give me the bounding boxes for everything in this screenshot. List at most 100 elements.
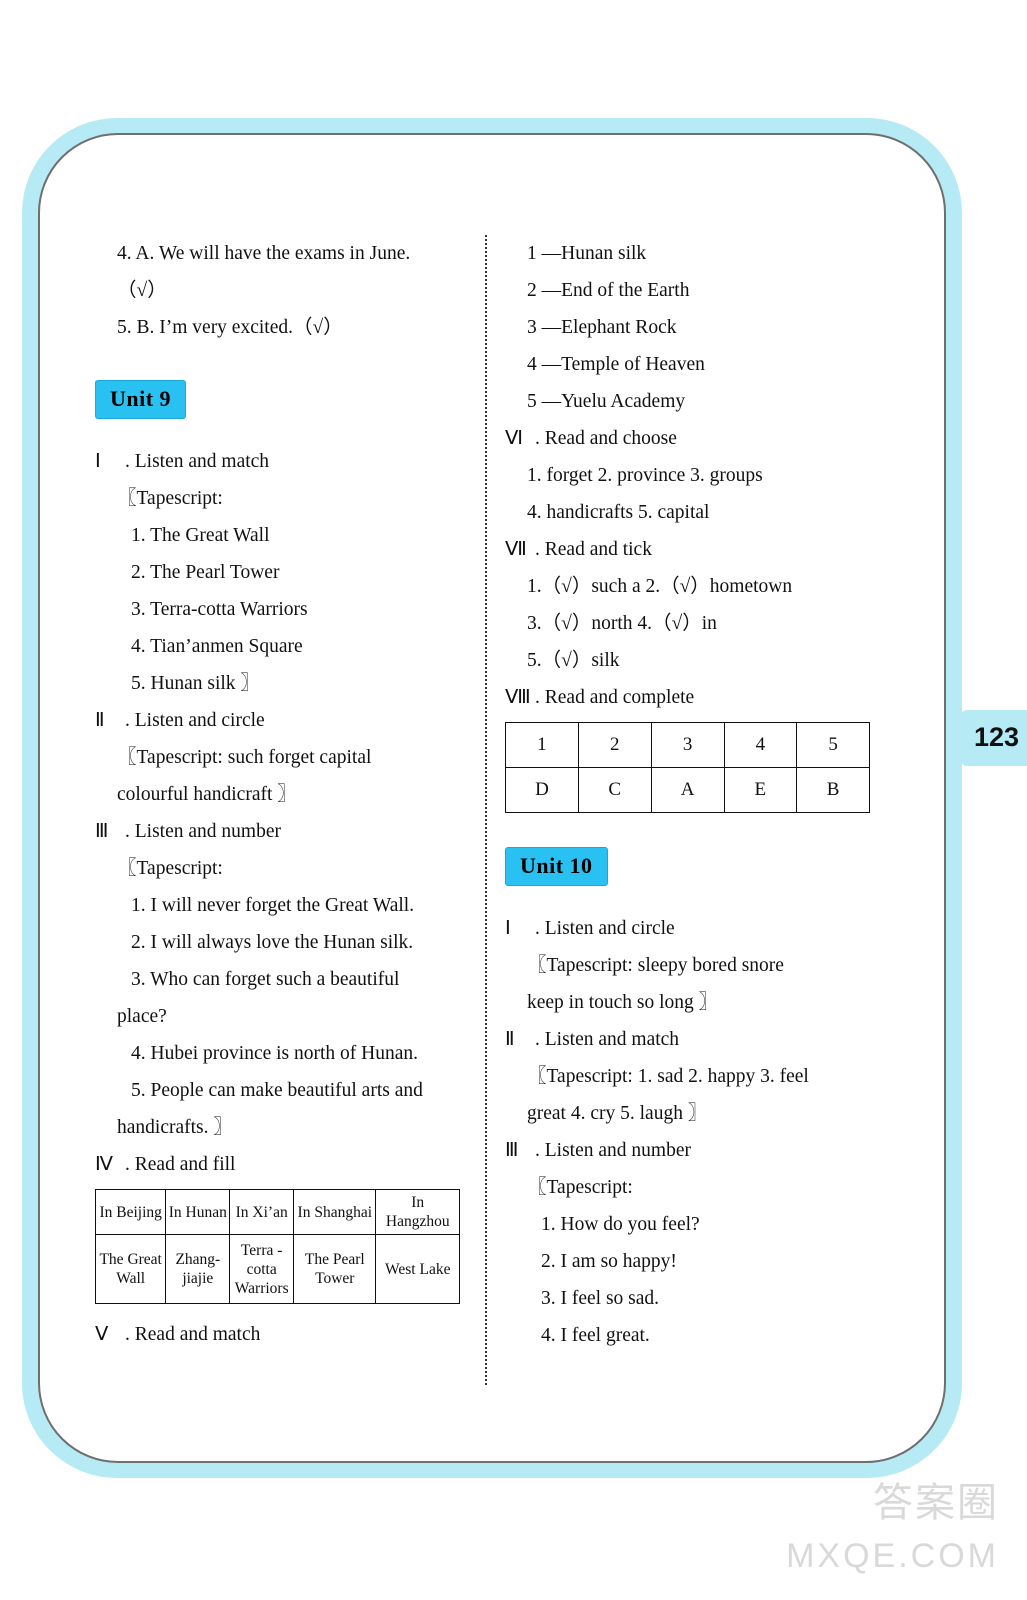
tapescript-line: 〖Tapescript: (117, 858, 223, 879)
section-title: . Listen and circle (125, 710, 265, 731)
section-number: Ⅰ (95, 451, 101, 472)
answer-line: （√） (117, 280, 167, 301)
tapescript-line: 1. I will never forget the Great Wall. (131, 895, 415, 916)
section-number: Ⅰ (505, 918, 511, 939)
section-title: . Listen and match (535, 1029, 680, 1050)
unit-badge-label: Unit 10 (505, 847, 608, 886)
section-heading-2: Ⅱ . Listen and circle (95, 702, 460, 739)
tapescript-line: 3. Terra-cotta Warriors (131, 599, 308, 620)
match-answer-line: 2 —End of the Earth (527, 280, 690, 301)
tapescript-line: handicrafts. 〗 (117, 1117, 233, 1138)
tapescript-line: 〖Tapescript: 1. sad 2. happy 3. feel (527, 1066, 809, 1087)
match-answer-line: 5 —Yuelu Academy (527, 391, 686, 412)
section-title: . Read and tick (535, 539, 652, 560)
section-title: . Read and match (125, 1324, 261, 1345)
section-title: . Listen and number (535, 1140, 691, 1161)
right-column: 1 —Hunan silk 2 —End of the Earth 3 —Ele… (505, 235, 870, 1354)
section-heading-7: Ⅶ . Read and tick (505, 531, 870, 568)
match-answer-line: 1 —Hunan silk (527, 243, 647, 264)
tapescript-line: 5. People can make beautiful arts and (131, 1080, 423, 1101)
tapescript-line: 2. I will always love the Hunan silk. (131, 932, 414, 953)
section-heading-3: Ⅲ . Listen and number (95, 813, 460, 850)
table-cell: In Shanghai (293, 1189, 377, 1235)
section-title: . Read and complete (535, 687, 695, 708)
section-number: Ⅱ (95, 710, 105, 731)
tapescript-line: place? (117, 1006, 167, 1027)
table-cell: 4 (723, 722, 798, 768)
answer-line: 1. forget 2. province 3. groups (527, 465, 763, 486)
watermark-chinese: 答案圈 (873, 1480, 999, 1526)
table-cell: The Great Wall (94, 1234, 167, 1304)
table-cell: Terra - cotta Warriors (229, 1234, 295, 1304)
tapescript-line: keep in touch so long 〗 (527, 992, 719, 1013)
section-number: Ⅲ (505, 1140, 519, 1161)
table-cell: 2 (577, 722, 652, 768)
cities-answer-table: In Beijing In Hunan In Xi’an In Shanghai… (94, 1189, 460, 1304)
section-heading-5: Ⅴ . Read and match (95, 1316, 460, 1353)
tapescript-line: 2. The Pearl Tower (131, 562, 280, 583)
table-cell: West Lake (375, 1234, 460, 1304)
table-cell: 1 (505, 722, 579, 768)
section-title: . Listen and match (125, 451, 270, 472)
table-cell: Zhang-jiajie (165, 1234, 231, 1304)
section-title: . Listen and circle (535, 918, 675, 939)
table-row: The Great Wall Zhang-jiajie Terra - cott… (94, 1234, 460, 1304)
table-cell: In Xi’an (229, 1189, 295, 1235)
section-number: Ⅶ (505, 539, 527, 560)
tapescript-line: 3. Who can forget such a beautiful (131, 969, 400, 990)
table-cell: B (796, 767, 870, 813)
table-row: 1 2 3 4 5 (505, 722, 870, 768)
section-number: Ⅲ (95, 821, 109, 842)
answer-line: 1.（√）such a 2.（√）hometown (527, 576, 793, 597)
section-heading-u10-3: Ⅲ . Listen and number (505, 1132, 870, 1169)
section-number: Ⅴ (95, 1324, 109, 1345)
tapescript-line: 〖Tapescript: (527, 1177, 633, 1198)
section-heading-1: Ⅰ . Listen and match (95, 443, 460, 480)
watermark-english: MXQE.COM (786, 1537, 999, 1575)
answer-line: 4. A. We will have the exams in June. (117, 243, 411, 264)
tapescript-line: 4. Tian’anmen Square (131, 636, 303, 657)
tapescript-line: 4. I feel great. (541, 1325, 650, 1346)
tapescript-line: 4. Hubei province is north of Hunan. (131, 1043, 419, 1064)
tapescript-line: 〖Tapescript: sleepy bored snore (527, 955, 784, 976)
page-content: 4. A. We will have the exams in June. （√… (94, 235, 895, 1385)
tapescript-line: 2. I am so happy! (541, 1251, 677, 1272)
table-cell: C (577, 767, 652, 813)
table-row: D C A E B (505, 767, 870, 813)
section-heading-4: Ⅳ . Read and fill (95, 1146, 460, 1183)
table-cell: In Hangzhou (375, 1189, 460, 1235)
unit-10-heading: Unit 10 (505, 847, 870, 886)
section-number: Ⅷ (505, 687, 531, 708)
answer-line: 5. B. I’m very excited.（√） (117, 317, 343, 338)
answer-line: 5.（√）silk (527, 650, 620, 671)
table-cell: 3 (650, 722, 725, 768)
match-answer-line: 4 —Temple of Heaven (527, 354, 705, 375)
answer-line: 3.（√）north 4.（√）in (527, 613, 717, 634)
unit-badge-label: Unit 9 (95, 380, 187, 419)
section-heading-u10-1: Ⅰ . Listen and circle (505, 910, 870, 947)
section-number: Ⅵ (505, 428, 523, 449)
tapescript-line: 〖Tapescript: (117, 488, 223, 509)
table-cell: E (723, 767, 798, 813)
table-cell: In Beijing (94, 1189, 167, 1235)
column-divider (485, 235, 487, 1385)
tapescript-line: colourful handicraft 〗 (117, 784, 297, 805)
section-heading-8: Ⅷ. Read and complete (505, 679, 870, 716)
complete-answer-table: 1 2 3 4 5 D C A E B (505, 722, 870, 813)
section-heading-6: Ⅵ . Read and choose (505, 420, 870, 457)
section-heading-u10-2: Ⅱ . Listen and match (505, 1021, 870, 1058)
answer-line: 4. handicrafts 5. capital (527, 502, 710, 523)
table-cell: 5 (796, 722, 870, 768)
tapescript-line: 1. The Great Wall (131, 525, 270, 546)
section-title: . Listen and number (125, 821, 281, 842)
tapescript-line: 〖Tapescript: such forget capital (117, 747, 372, 768)
table-cell: A (650, 767, 725, 813)
section-title: . Read and choose (535, 428, 677, 449)
section-number: Ⅱ (505, 1029, 515, 1050)
page-number: 123 (973, 722, 1019, 752)
tapescript-line: 1. How do you feel? (541, 1214, 700, 1235)
table-cell: The Pearl Tower (293, 1234, 377, 1304)
section-number: Ⅳ (95, 1154, 113, 1175)
tapescript-line: great 4. cry 5. laugh 〗 (527, 1103, 708, 1124)
table-cell: In Hunan (165, 1189, 231, 1235)
